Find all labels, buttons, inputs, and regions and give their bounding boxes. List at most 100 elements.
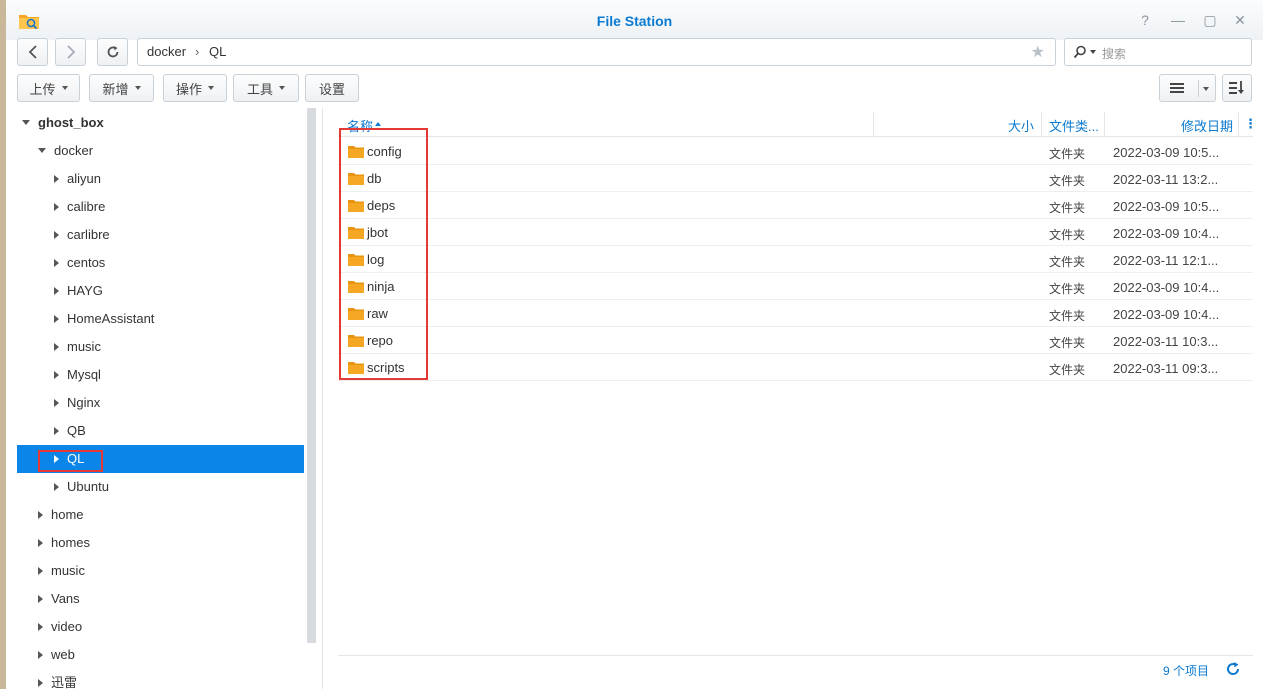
file-row[interactable]: raw 文件夹 2022-03-09 10:4... bbox=[338, 300, 1253, 327]
file-modified: 2022-03-11 13:2... bbox=[1113, 172, 1219, 187]
expand-arrow-right-icon[interactable] bbox=[54, 287, 59, 295]
chevron-left-icon bbox=[28, 45, 37, 59]
tree-node[interactable]: 迅雷 bbox=[38, 669, 77, 689]
tree-node[interactable]: docker bbox=[38, 137, 93, 165]
tree-node-label: aliyun bbox=[67, 171, 101, 186]
expand-arrow-right-icon[interactable] bbox=[54, 399, 59, 407]
back-button[interactable] bbox=[17, 38, 48, 66]
tree-node[interactable]: Vans bbox=[38, 585, 80, 613]
view-mode-button[interactable] bbox=[1159, 74, 1216, 102]
expand-arrow-right-icon[interactable] bbox=[54, 175, 59, 183]
column-modified-header[interactable]: 修改日期 bbox=[1181, 116, 1233, 135]
tree-node[interactable]: calibre bbox=[54, 193, 105, 221]
star-icon[interactable]: ★ bbox=[1031, 42, 1045, 62]
tree-node[interactable]: Mysql bbox=[54, 361, 101, 389]
expand-arrow-down-icon[interactable] bbox=[22, 120, 30, 125]
column-size-header[interactable]: 大小 bbox=[1008, 116, 1034, 135]
minimize-icon[interactable]: — bbox=[1170, 12, 1186, 28]
file-row[interactable]: log 文件夹 2022-03-11 12:1... bbox=[338, 246, 1253, 273]
tree-node[interactable]: QL bbox=[17, 445, 304, 473]
help-icon[interactable]: ? bbox=[1137, 12, 1153, 28]
expand-arrow-right-icon[interactable] bbox=[38, 511, 43, 519]
action-button[interactable]: 操作 bbox=[163, 74, 227, 102]
search-options-caret-icon[interactable] bbox=[1090, 50, 1096, 54]
tree-node[interactable]: video bbox=[38, 613, 82, 641]
pane-divider[interactable] bbox=[322, 108, 323, 689]
expand-arrow-right-icon[interactable] bbox=[38, 595, 43, 603]
file-row[interactable]: db 文件夹 2022-03-11 13:2... bbox=[338, 165, 1253, 192]
expand-arrow-right-icon[interactable] bbox=[54, 483, 59, 491]
upload-button[interactable]: 上传 bbox=[17, 74, 80, 102]
column-separator[interactable] bbox=[1041, 112, 1042, 136]
address-bar[interactable]: docker › QL ★ bbox=[137, 38, 1056, 66]
tree-node[interactable]: music bbox=[38, 557, 85, 585]
sort-button[interactable] bbox=[1222, 74, 1252, 102]
file-modified: 2022-03-09 10:5... bbox=[1113, 199, 1220, 214]
search-box[interactable]: 搜索 bbox=[1064, 38, 1252, 66]
expand-arrow-right-icon[interactable] bbox=[54, 371, 59, 379]
tree-node[interactable]: aliyun bbox=[54, 165, 101, 193]
forward-button[interactable] bbox=[55, 38, 86, 66]
tree-node[interactable]: QB bbox=[54, 417, 86, 445]
file-row[interactable]: deps 文件夹 2022-03-09 10:5... bbox=[338, 192, 1253, 219]
caret-down-icon[interactable] bbox=[1203, 87, 1209, 91]
tree-node[interactable]: HAYG bbox=[54, 277, 103, 305]
expand-arrow-right-icon[interactable] bbox=[54, 427, 59, 435]
file-row[interactable]: jbot 文件夹 2022-03-09 10:4... bbox=[338, 219, 1253, 246]
expand-arrow-right-icon[interactable] bbox=[54, 343, 59, 351]
column-separator[interactable] bbox=[1238, 112, 1239, 136]
expand-arrow-right-icon[interactable] bbox=[54, 231, 59, 239]
tree-node[interactable]: ghost_box bbox=[22, 109, 104, 137]
tree-node[interactable]: carlibre bbox=[54, 221, 110, 249]
tree-node[interactable]: home bbox=[38, 501, 84, 529]
column-options-icon[interactable]: ⋮ bbox=[1244, 116, 1257, 132]
expand-arrow-right-icon[interactable] bbox=[54, 259, 59, 267]
breadcrumb-docker[interactable]: docker bbox=[147, 44, 186, 59]
folder-tree[interactable]: ghost_boxdocker aliyun calibre carlibre cent… bbox=[6, 108, 316, 689]
tree-node-label: QL bbox=[67, 451, 85, 466]
expand-arrow-down-icon[interactable] bbox=[38, 148, 46, 153]
file-modified: 2022-03-09 10:4... bbox=[1113, 226, 1220, 241]
tree-node-label: Mysql bbox=[67, 367, 101, 382]
refresh-icon[interactable] bbox=[1225, 661, 1241, 677]
maximize-icon[interactable]: ▢ bbox=[1202, 12, 1218, 28]
tree-node[interactable]: Ubuntu bbox=[54, 473, 109, 501]
tree-node[interactable]: Nginx bbox=[54, 389, 100, 417]
column-separator[interactable] bbox=[873, 112, 874, 136]
tree-node[interactable]: HomeAssistant bbox=[54, 305, 154, 333]
column-separator[interactable] bbox=[1104, 112, 1105, 136]
expand-arrow-right-icon[interactable] bbox=[38, 539, 43, 547]
tree-node[interactable]: web bbox=[38, 641, 75, 669]
refresh-button[interactable] bbox=[97, 38, 128, 66]
tree-node[interactable]: centos bbox=[54, 249, 105, 277]
tree-scrollbar[interactable] bbox=[307, 108, 316, 643]
upload-label: 上传 bbox=[29, 81, 56, 97]
file-row[interactable]: config 文件夹 2022-03-09 10:5... bbox=[338, 138, 1253, 165]
expand-arrow-right-icon[interactable] bbox=[38, 679, 43, 687]
expand-arrow-right-icon[interactable] bbox=[54, 203, 59, 211]
expand-arrow-right-icon[interactable] bbox=[54, 455, 59, 463]
column-name-header[interactable]: 名称 bbox=[347, 116, 381, 135]
expand-arrow-right-icon[interactable] bbox=[54, 315, 59, 323]
caret-down-icon bbox=[61, 86, 68, 90]
create-button[interactable]: 新增 bbox=[89, 74, 154, 102]
file-row[interactable]: ninja 文件夹 2022-03-09 10:4... bbox=[338, 273, 1253, 300]
folder-icon bbox=[348, 146, 364, 158]
file-type: 文件夹 bbox=[1049, 282, 1086, 296]
expand-arrow-right-icon[interactable] bbox=[38, 623, 43, 631]
search-input[interactable]: 搜索 bbox=[1102, 45, 1126, 62]
tree-node-label: ghost_box bbox=[38, 115, 104, 130]
title-bar: File Station ? — ▢ ✕ bbox=[6, 0, 1263, 40]
breadcrumb-ql[interactable]: QL bbox=[209, 44, 226, 59]
tools-button[interactable]: 工具 bbox=[233, 74, 299, 102]
file-row[interactable]: repo 文件夹 2022-03-11 10:3... bbox=[338, 327, 1253, 354]
close-icon[interactable]: ✕ bbox=[1232, 12, 1248, 28]
tree-node[interactable]: homes bbox=[38, 529, 90, 557]
tree-node[interactable]: music bbox=[54, 333, 101, 361]
column-type-header[interactable]: 文件类... bbox=[1049, 116, 1099, 135]
settings-button[interactable]: 设置 bbox=[305, 74, 359, 102]
expand-arrow-right-icon[interactable] bbox=[38, 567, 43, 575]
file-type: 文件夹 bbox=[1049, 147, 1086, 161]
file-row[interactable]: scripts 文件夹 2022-03-11 09:3... bbox=[338, 354, 1253, 381]
expand-arrow-right-icon[interactable] bbox=[38, 651, 43, 659]
